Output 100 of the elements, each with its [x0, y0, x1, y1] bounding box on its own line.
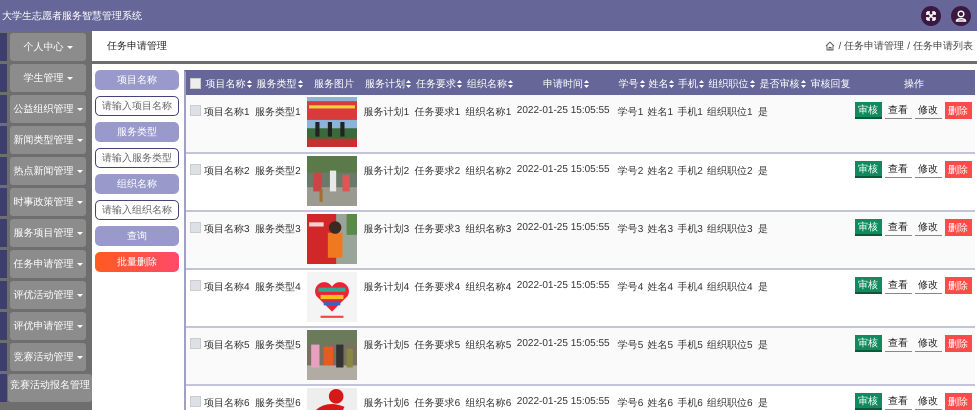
- menu-item[interactable]: 评优申请管理: [10, 312, 86, 340]
- table-cell: 学号4: [618, 282, 644, 293]
- delete-button[interactable]: 删除: [944, 102, 972, 119]
- table-cell: 手机5: [677, 340, 703, 351]
- column-header[interactable]: 服务类型: [256, 76, 303, 90]
- delete-button[interactable]: 删除: [944, 277, 972, 294]
- action-button[interactable]: 查看: [884, 393, 912, 410]
- menu-item[interactable]: 服务项目管理: [10, 219, 86, 247]
- table-cell: 2022-01-25 15:05:55: [516, 338, 610, 349]
- column-header[interactable]: 姓名: [648, 76, 674, 90]
- checkbox[interactable]: [190, 338, 201, 349]
- delete-button[interactable]: 删除: [944, 393, 972, 410]
- delete-button[interactable]: 删除: [944, 161, 972, 178]
- menu-item[interactable]: 竞赛活动管理: [10, 343, 86, 371]
- action-button[interactable]: 修改: [914, 102, 942, 119]
- column-header[interactable]: 服务图片: [314, 76, 354, 90]
- search-field[interactable]: 请输入组织名称: [95, 200, 179, 220]
- menu-marker: [0, 188, 7, 216]
- breadcrumb-item[interactable]: 任务申请管理: [844, 39, 904, 53]
- table-cell: 组织职位2: [707, 166, 753, 177]
- column-header[interactable]: 任务要求: [416, 76, 462, 90]
- menu-marker: [0, 250, 7, 278]
- audit-button[interactable]: 审核: [854, 335, 882, 352]
- action-button[interactable]: 查看: [884, 161, 912, 178]
- action-button[interactable]: 修改: [914, 335, 942, 352]
- menu-item[interactable]: 新闻类型管理: [10, 126, 86, 154]
- menu-item[interactable]: 个人中心: [10, 33, 86, 61]
- menu-item[interactable]: 时事政策管理: [10, 188, 86, 216]
- table-cell: 服务类型3: [255, 224, 301, 235]
- audit-button[interactable]: 审核: [854, 277, 882, 294]
- action-button[interactable]: 查看: [884, 102, 912, 119]
- action-button[interactable]: 修改: [914, 219, 942, 236]
- search-field[interactable]: 请输入项目名称: [95, 96, 179, 116]
- delete-button[interactable]: 删除: [944, 219, 972, 236]
- table-cell: 任务要求2: [414, 166, 460, 177]
- table-cell: 2022-01-25 15:05:55: [516, 105, 610, 116]
- action-button[interactable]: 修改: [914, 393, 942, 410]
- table-cell: 是: [758, 224, 768, 235]
- checkbox[interactable]: [190, 222, 201, 233]
- table-cell: 任务要求3: [414, 224, 460, 235]
- column-header[interactable]: 审核回复: [810, 76, 851, 90]
- column-header[interactable]: 申请时间: [543, 76, 590, 90]
- menu-marker: [0, 157, 7, 185]
- action-button[interactable]: 修改: [914, 277, 942, 294]
- column-header[interactable]: 项目名称: [206, 76, 252, 90]
- menu-marker: [0, 64, 7, 92]
- table-cell: 任务要求4: [414, 282, 460, 293]
- table-cell: 手机6: [677, 398, 703, 409]
- query-button[interactable]: 查询: [95, 226, 179, 246]
- menu-item[interactable]: 评优活动管理: [10, 281, 86, 309]
- menu-item[interactable]: 竞赛活动报名管理: [8, 374, 92, 402]
- table-cell: 项目名称5: [204, 340, 250, 351]
- table-cell: 学号5: [618, 340, 644, 351]
- column-header[interactable]: 服务计划: [365, 76, 412, 90]
- table-cell: 服务类型5: [255, 340, 301, 351]
- checkbox[interactable]: [190, 78, 201, 89]
- user-icon[interactable]: [951, 6, 971, 26]
- search-field[interactable]: 请输入服务类型: [95, 148, 179, 168]
- action-button[interactable]: 修改: [914, 161, 942, 178]
- checkbox[interactable]: [190, 280, 201, 291]
- menu-item[interactable]: 热点新闻管理: [10, 157, 86, 185]
- menu-item[interactable]: 任务申请管理: [10, 250, 86, 278]
- table-cell: 手机4: [677, 282, 703, 293]
- action-button[interactable]: 查看: [884, 335, 912, 352]
- table-cell: 项目名称1: [204, 107, 250, 118]
- table-cell: 服务类型2: [255, 166, 301, 177]
- table-cell: 手机3: [677, 224, 703, 235]
- field-label: 项目名称: [95, 70, 179, 90]
- checkbox[interactable]: [190, 164, 201, 175]
- column-header[interactable]: 学号: [618, 76, 645, 90]
- table-cell: 姓名4: [647, 282, 674, 293]
- menu-item[interactable]: 公益组织管理: [10, 95, 86, 123]
- fullscreen-icon[interactable]: [921, 6, 941, 26]
- audit-button[interactable]: 审核: [854, 219, 882, 236]
- checkbox[interactable]: [190, 396, 201, 407]
- column-header[interactable]: 是否审核: [760, 76, 806, 90]
- checkbox[interactable]: [190, 105, 201, 116]
- table-cell: 是: [758, 107, 768, 118]
- delete-button[interactable]: 删除: [944, 335, 972, 352]
- table-cell: 项目名称2: [204, 166, 250, 177]
- menu-marker: [0, 219, 7, 247]
- field-label: 组织名称: [95, 174, 179, 194]
- audit-button[interactable]: 审核: [854, 102, 882, 119]
- action-button[interactable]: 查看: [884, 277, 912, 294]
- table-cell: 任务要求1: [414, 107, 460, 118]
- table-cell: 组织职位4: [707, 282, 753, 293]
- column-header[interactable]: 组织职位: [708, 76, 755, 90]
- batch-delete-button[interactable]: 批量删除: [95, 252, 179, 272]
- audit-button[interactable]: 审核: [854, 161, 882, 178]
- menu-item[interactable]: 学生管理: [10, 64, 86, 92]
- table-cell: 姓名2: [647, 166, 674, 177]
- table-cell: 组织职位1: [707, 107, 753, 118]
- table-cell: 项目名称4: [204, 282, 250, 293]
- column-header[interactable]: 操作: [904, 76, 924, 90]
- table-cell: 任务要求5: [414, 340, 460, 351]
- column-header[interactable]: 手机: [678, 76, 704, 90]
- audit-button[interactable]: 审核: [854, 393, 882, 410]
- column-header[interactable]: 组织名称: [467, 76, 514, 90]
- breadcrumb-item[interactable]: 任务申请列表: [913, 39, 973, 53]
- action-button[interactable]: 查看: [884, 219, 912, 236]
